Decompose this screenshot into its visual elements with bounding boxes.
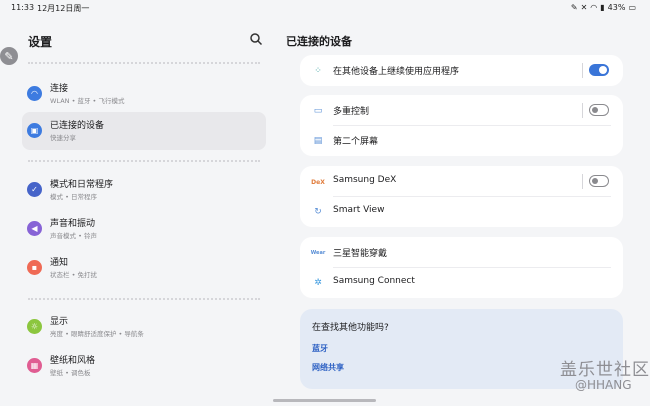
row-samsung-dex[interactable]: DeX Samsung DeX [300,166,623,197]
divider [28,298,260,300]
card-multi-control: ▭ 多重控制 ▤ 第二个屏幕 [300,95,623,156]
signal-icon: ▮ [600,3,605,12]
row-second-screen[interactable]: ▤ 第二个屏幕 [300,125,623,156]
menu-item-sound[interactable]: ◀ 声音和振动 声音模式 • 铃声 [22,210,266,248]
divider [582,103,583,118]
dex-icon: DeX [311,178,325,186]
dex-toggle[interactable] [589,175,609,187]
second-screen-icon: ▤ [313,136,323,146]
edit-status-icon: ✎ [570,3,578,12]
smart-view-icon: ↻ [314,207,322,217]
toggle-knob [591,177,598,184]
search-icon[interactable] [249,32,263,46]
row-multi-control[interactable]: ▭ 多重控制 [300,95,623,126]
row-label: 三星智能穿戴 [333,249,388,259]
toggle-knob [599,66,607,74]
menu-item-connected-devices[interactable]: ▣ 已连接的设备 快速分享 [22,112,266,150]
battery-icon: ▭ [628,3,636,12]
row-label: Samsung Connect [333,276,415,286]
settings-list-pane: ✎ 设置 ◠ 连接 WLAN • 蓝牙 • 飞行模式 ▣ 已连接的设备 快速分享… [0,16,280,406]
menu-item-display[interactable]: ☼ 显示 亮度 • 眼睛舒适度保护 • 导航条 [22,308,266,346]
row-continue-apps[interactable]: ⁘ 在其他设备上继续使用应用程序 [300,55,623,86]
menu-item-connections[interactable]: ◠ 连接 WLAN • 蓝牙 • 飞行模式 [22,75,266,113]
card-dex: DeX Samsung DeX ↻ Smart View [300,166,623,227]
wallpaper-icon: ▦ [27,358,42,373]
row-label: Samsung DeX [333,175,397,185]
link-bluetooth[interactable]: 蓝牙 [312,343,328,354]
wear-icon: Wear [310,250,326,256]
menu-item-title: 已连接的设备 [50,121,105,131]
watermark-text: 盖乐世社区 [560,360,650,380]
watermark-handle: @HHANG [575,378,632,392]
menu-item-modes-routines[interactable]: ✓ 模式和日常程序 模式 • 日常程序 [22,171,266,209]
card-continue-apps: ⁘ 在其他设备上继续使用应用程序 [300,55,623,86]
menu-item-subtitle: 声音模式 • 铃声 [50,232,97,240]
row-label: 第二个屏幕 [333,137,379,147]
menu-item-subtitle: WLAN • 蓝牙 • 飞行模式 [50,97,125,105]
status-time: 11:33 [11,3,35,12]
continue-apps-icon: ⁘ [314,66,322,76]
continue-apps-toggle[interactable] [589,64,609,76]
routine-check-icon: ✓ [27,182,42,197]
samsung-connect-icon: ✲ [314,278,322,288]
status-icons: ✎ ✕ ◠ ▮ 43% ▭ [571,3,636,12]
row-samsung-connect[interactable]: ✲ Samsung Connect [300,267,623,298]
multi-control-toggle[interactable] [589,104,609,116]
menu-item-subtitle: 壁纸 • 调色板 [50,369,91,377]
card-wear: Wear 三星智能穿戴 ✲ Samsung Connect [300,237,623,298]
link-tethering[interactable]: 网络共享 [312,362,344,373]
divider [582,174,583,189]
menu-item-wallpaper[interactable]: ▦ 壁纸和风格 壁纸 • 调色板 [22,347,266,385]
status-bar: 11:33 12月12日周一 ✎ ✕ ◠ ▮ 43% ▭ [0,0,650,16]
speaker-icon: ◀ [27,221,42,236]
menu-item-subtitle: 快速分享 [50,134,76,142]
menu-item-title: 模式和日常程序 [50,180,114,190]
page-title: 设置 [28,35,53,49]
sun-icon: ☼ [27,319,42,334]
menu-item-notifications[interactable]: ▪ 通知 状态栏 • 免打扰 [22,249,266,287]
row-label: Smart View [333,205,385,215]
suggestions-title: 在查找其他功能吗? [312,323,389,333]
menu-item-title: 声音和振动 [50,219,96,229]
multi-control-icon: ▭ [313,106,323,116]
row-galaxy-wearable[interactable]: Wear 三星智能穿戴 [300,237,623,268]
detail-title: 已连接的设备 [286,35,352,48]
divider [582,63,583,78]
status-date: 12月12日周一 [37,4,90,13]
menu-item-subtitle: 模式 • 日常程序 [50,193,97,201]
row-label: 在其他设备上继续使用应用程序 [333,67,460,77]
menu-item-subtitle: 状态栏 • 免打扰 [50,271,97,279]
wifi-status-icon: ◠ [590,3,598,12]
menu-item-title: 连接 [50,84,69,94]
menu-item-subtitle: 亮度 • 眼睛舒适度保护 • 导航条 [50,330,144,338]
row-label: 多重控制 [333,107,370,117]
home-indicator[interactable] [273,399,376,402]
notification-icon: ▪ [27,260,42,275]
battery-text: 43% [607,3,626,12]
wifi-icon: ◠ [27,86,42,101]
toggle-knob [591,106,598,113]
menu-item-title: 通知 [50,258,69,268]
edit-icon[interactable]: ✎ [0,47,18,65]
mute-icon: ✕ [580,3,588,12]
menu-item-title: 显示 [50,317,69,327]
row-smart-view[interactable]: ↻ Smart View [300,196,623,227]
divider [28,62,260,64]
connected-devices-icon: ▣ [27,123,42,138]
divider [28,160,260,162]
menu-item-title: 壁纸和风格 [50,356,96,366]
